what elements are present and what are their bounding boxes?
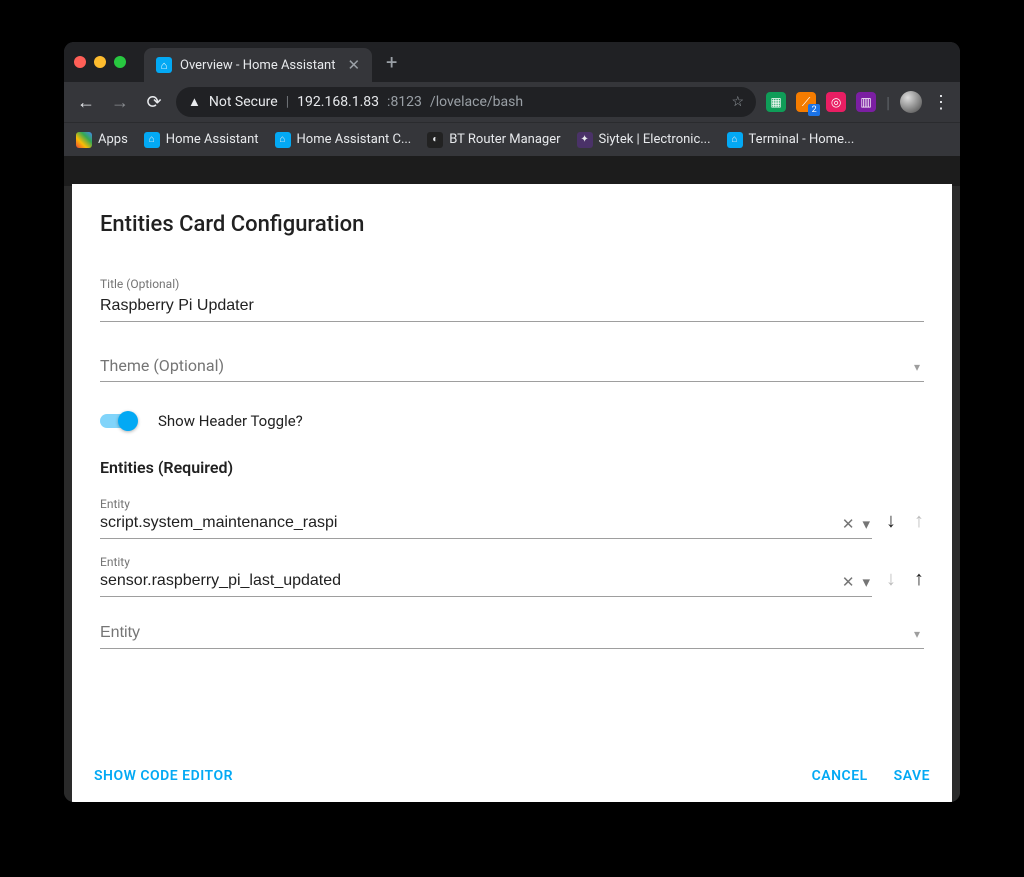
rss-badge: 2	[808, 104, 820, 116]
bookmark-item[interactable]: ⌂ Terminal - Home...	[727, 132, 855, 148]
browser-tab[interactable]: ⌂ Overview - Home Assistant ✕	[144, 48, 372, 82]
bookmark-label: BT Router Manager	[449, 132, 560, 147]
bookmark-label: Home Assistant	[166, 132, 259, 147]
entity-input[interactable]	[100, 569, 872, 597]
title-field: Title (Optional)	[100, 277, 924, 322]
chevron-down-icon[interactable]: ▾	[862, 515, 870, 533]
entity-inline-controls: ✕ ▾	[842, 573, 870, 591]
extension-icon[interactable]: ▦	[766, 92, 786, 112]
new-tab-button[interactable]: +	[386, 50, 397, 74]
close-window-button[interactable]	[74, 56, 86, 68]
home-assistant-icon: ⌂	[275, 132, 291, 148]
dialog-footer: Show Code Editor Cancel Save	[72, 756, 952, 802]
entity-row-empty: ▾	[100, 621, 924, 649]
extension-icon[interactable]: ◎	[826, 92, 846, 112]
show-code-editor-button[interactable]: Show Code Editor	[94, 768, 233, 784]
bookmark-label: Siytek | Electronic...	[599, 132, 711, 147]
entity-field: Entity ✕ ▾	[100, 555, 872, 597]
address-separator: |	[286, 94, 289, 110]
home-assistant-favicon: ⌂	[156, 57, 172, 73]
extensions: ▦ ⟋ 2 ◎ ▥ | ⋮	[766, 91, 950, 113]
tab-strip: ⌂ Overview - Home Assistant ✕ +	[64, 42, 960, 82]
bookmark-label: Apps	[98, 132, 128, 147]
site-icon: ✦	[577, 132, 593, 148]
tab-title: Overview - Home Assistant	[180, 58, 335, 73]
router-icon: ◐	[427, 132, 443, 148]
entity-inline-controls: ✕ ▾	[842, 515, 870, 533]
entities-section-title: Entities (Required)	[100, 458, 924, 477]
browser-toolbar: ← → ⟳ ▲ Not Secure | 192.168.1.83 :8123/l…	[64, 82, 960, 122]
extension-icon[interactable]: ▥	[856, 92, 876, 112]
dialog-body: Entities Card Configuration Title (Optio…	[72, 184, 952, 756]
browser-window: ⌂ Overview - Home Assistant ✕ + ← → ⟳ ▲ …	[64, 42, 960, 802]
entity-label: Entity	[100, 555, 872, 569]
url-host: 192.168.1.83	[297, 94, 379, 110]
back-button[interactable]: ←	[74, 92, 98, 113]
profile-avatar[interactable]	[900, 91, 922, 113]
bookmarks-bar: Apps ⌂ Home Assistant ⌂ Home Assistant C…	[64, 122, 960, 156]
url-port: :8123	[387, 94, 422, 110]
maximize-window-button[interactable]	[114, 56, 126, 68]
bookmark-label: Home Assistant C...	[297, 132, 412, 147]
toggle-knob	[118, 411, 138, 431]
toggle-label: Show Header Toggle?	[158, 412, 303, 430]
move-up-icon: ↑	[914, 508, 924, 533]
cancel-button[interactable]: Cancel	[812, 768, 868, 784]
bookmark-item[interactable]: ⌂ Home Assistant C...	[275, 132, 412, 148]
bookmark-item[interactable]: ⌂ Home Assistant	[144, 132, 259, 148]
entity-row: Entity ✕ ▾ ↓ ↑	[100, 497, 924, 539]
move-down-icon[interactable]: ↓	[886, 508, 896, 533]
entity-field: Entity ✕ ▾	[100, 497, 872, 539]
reorder-controls: ↓ ↑	[886, 566, 924, 597]
save-button[interactable]: Save	[894, 768, 930, 784]
reload-button[interactable]: ⟳	[142, 92, 166, 113]
clear-icon[interactable]: ✕	[842, 515, 855, 533]
move-down-icon: ↓	[886, 566, 896, 591]
bookmark-star-icon[interactable]: ☆	[732, 94, 745, 110]
chevron-down-icon: ▾	[914, 360, 920, 374]
dialog-backdrop	[64, 156, 960, 186]
entity-field[interactable]: ▾	[100, 621, 924, 649]
show-header-toggle[interactable]	[100, 414, 136, 428]
chevron-down-icon: ▾	[914, 627, 920, 641]
not-secure-icon: ▲	[188, 94, 201, 110]
close-tab-icon[interactable]: ✕	[347, 56, 360, 74]
theme-field[interactable]: Theme (Optional) ▾	[100, 352, 924, 382]
entity-input[interactable]	[100, 511, 872, 539]
url-path: /lovelace/bash	[430, 94, 523, 110]
address-bar[interactable]: ▲ Not Secure | 192.168.1.83 :8123/lovelac…	[176, 87, 756, 117]
home-assistant-icon: ⌂	[144, 132, 160, 148]
entity-label: Entity	[100, 497, 872, 511]
bookmark-label: Terminal - Home...	[749, 132, 855, 147]
title-field-label: Title (Optional)	[100, 277, 924, 291]
entity-row: Entity ✕ ▾ ↓ ↑	[100, 555, 924, 597]
home-assistant-icon: ⌂	[727, 132, 743, 148]
minimize-window-button[interactable]	[94, 56, 106, 68]
clear-icon[interactable]: ✕	[842, 573, 855, 591]
entity-input-empty[interactable]	[100, 621, 924, 649]
window-controls	[74, 56, 126, 68]
title-input[interactable]	[100, 293, 924, 322]
apps-bookmark[interactable]: Apps	[76, 132, 128, 148]
browser-menu-icon[interactable]: ⋮	[932, 92, 950, 113]
header-toggle-row: Show Header Toggle?	[100, 412, 924, 430]
not-secure-label: Not Secure	[209, 94, 278, 110]
extension-divider: |	[886, 93, 890, 112]
dialog-title: Entities Card Configuration	[100, 212, 924, 237]
bookmark-item[interactable]: ◐ BT Router Manager	[427, 132, 560, 148]
card-config-dialog: Entities Card Configuration Title (Optio…	[72, 184, 952, 802]
apps-icon	[76, 132, 92, 148]
bookmark-item[interactable]: ✦ Siytek | Electronic...	[577, 132, 711, 148]
theme-select-label: Theme (Optional)	[100, 352, 924, 382]
move-up-icon[interactable]: ↑	[914, 566, 924, 591]
page-content: Entities Card Configuration Title (Optio…	[64, 156, 960, 802]
chevron-down-icon[interactable]: ▾	[862, 573, 870, 591]
reorder-controls: ↓ ↑	[886, 508, 924, 539]
forward-button[interactable]: →	[108, 92, 132, 113]
rss-extension-icon[interactable]: ⟋ 2	[796, 92, 816, 112]
